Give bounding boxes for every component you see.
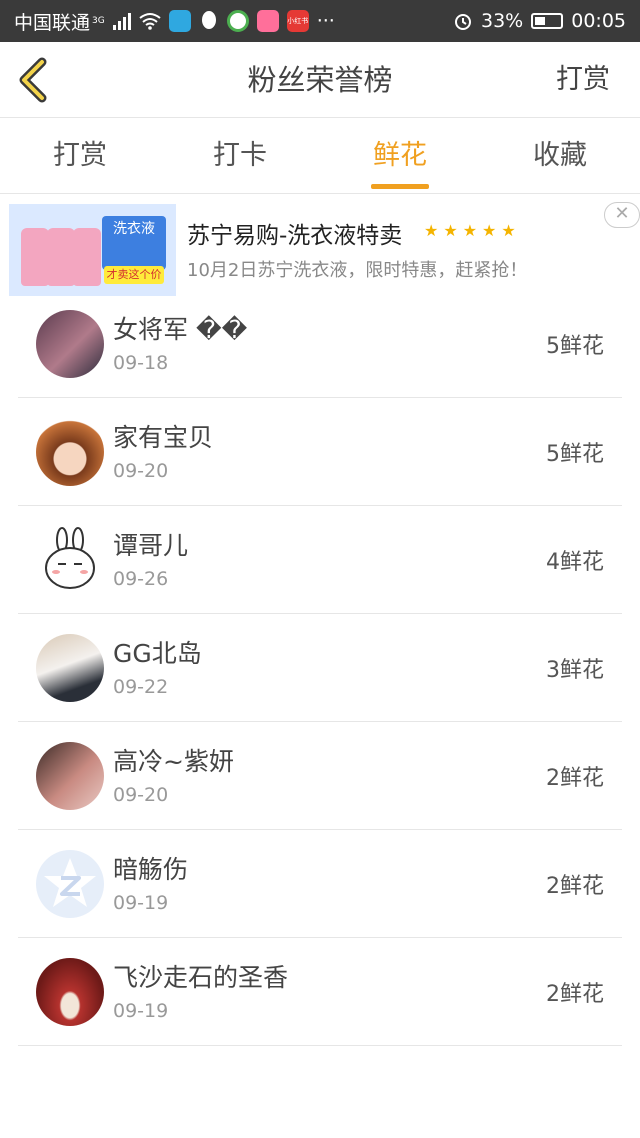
network-type: 3G bbox=[92, 16, 105, 26]
avatar[interactable] bbox=[36, 958, 104, 1026]
fan-name: GG北岛 bbox=[113, 639, 202, 668]
flower-count: 3鲜花 bbox=[546, 658, 604, 683]
list-item[interactable]: 暗觞伤 09-19 2鲜花 bbox=[18, 830, 622, 938]
list-item[interactable]: 女将军 �� 09-18 5鲜花 bbox=[18, 290, 622, 398]
fan-date: 09-26 bbox=[113, 568, 169, 590]
bunny-avatar-icon bbox=[45, 527, 95, 589]
ad-title[interactable]: 苏宁易购-洗衣液特卖 bbox=[187, 216, 402, 250]
message-app-icon bbox=[168, 10, 191, 32]
default-avatar-icon bbox=[44, 858, 96, 907]
ad-close-button[interactable]: ✕ bbox=[604, 202, 640, 228]
fan-list: 女将军 �� 09-18 5鲜花 家有宝贝 09-20 5鲜花 谭哥儿 09-2… bbox=[18, 290, 622, 1046]
fan-name: 暗觞伤 bbox=[113, 855, 189, 884]
status-bar: 中国联通 3G 小红书 ··· 33% 00:05 bbox=[0, 0, 640, 42]
alarm-icon bbox=[455, 14, 471, 30]
nav-header: 粉丝荣誉榜 打赏 bbox=[0, 42, 640, 118]
flower-count: 4鲜花 bbox=[546, 550, 604, 575]
fan-name: 谭哥儿 bbox=[113, 531, 189, 560]
ad-image-price: 才卖这个价 bbox=[104, 266, 164, 284]
list-item[interactable]: GG北岛 09-22 3鲜花 bbox=[18, 614, 622, 722]
avatar[interactable] bbox=[36, 742, 104, 810]
cat-app-icon bbox=[256, 10, 279, 32]
fan-date: 09-19 bbox=[113, 892, 169, 914]
reward-button[interactable]: 打赏 bbox=[556, 42, 610, 118]
flower-count: 2鲜花 bbox=[546, 766, 604, 791]
clock: 00:05 bbox=[571, 10, 626, 32]
qq-icon bbox=[201, 11, 216, 29]
tab-bar: 打赏 打卡 鲜花 收藏 bbox=[0, 118, 640, 194]
list-item[interactable]: 飞沙走石的圣香 09-19 2鲜花 bbox=[18, 938, 622, 1046]
ad-image-label: 洗衣液 bbox=[102, 216, 166, 270]
fan-date: 09-19 bbox=[113, 1000, 169, 1022]
battery-percent: 33% bbox=[481, 10, 524, 32]
wifi-icon bbox=[139, 13, 161, 30]
tab-reward[interactable]: 打赏 bbox=[0, 118, 160, 193]
ad-image[interactable]: 洗衣液 才卖这个价 bbox=[9, 204, 176, 296]
fan-name: 飞沙走石的圣香 bbox=[113, 963, 289, 992]
fan-name: 家有宝贝 bbox=[113, 423, 214, 452]
list-item[interactable]: 高冷~紫妍 09-20 2鲜花 bbox=[18, 722, 622, 830]
fan-date: 09-20 bbox=[113, 460, 169, 482]
avatar[interactable] bbox=[36, 850, 104, 918]
fan-name: 高冷~紫妍 bbox=[113, 747, 234, 776]
avatar[interactable] bbox=[36, 526, 104, 594]
avatar[interactable] bbox=[36, 634, 104, 702]
tab-flowers[interactable]: 鲜花 bbox=[320, 118, 480, 193]
more-notifications-icon: ··· bbox=[316, 10, 335, 32]
fan-name: 女将军 �� bbox=[113, 315, 248, 344]
browser-app-icon bbox=[226, 10, 249, 32]
flower-count: 5鲜花 bbox=[546, 442, 604, 467]
tab-favorites[interactable]: 收藏 bbox=[480, 118, 640, 193]
ad-description: 10月2日苏宁洗衣液，限时特惠，赶紧抢！ bbox=[187, 260, 528, 281]
ad-rating-stars: ★★★★★ bbox=[424, 221, 521, 240]
xiaohongshu-app-icon: 小红书 bbox=[286, 10, 309, 32]
avatar[interactable] bbox=[36, 310, 104, 378]
flower-count: 2鲜花 bbox=[546, 982, 604, 1007]
ad-banner[interactable]: 洗衣液 才卖这个价 苏宁易购-洗衣液特卖 ★★★★★ 10月2日苏宁洗衣液，限时… bbox=[0, 194, 640, 300]
list-item[interactable]: 谭哥儿 09-26 4鲜花 bbox=[18, 506, 622, 614]
tab-checkin[interactable]: 打卡 bbox=[160, 118, 320, 193]
battery-icon bbox=[531, 13, 564, 29]
fan-date: 09-20 bbox=[113, 784, 169, 806]
flower-count: 5鲜花 bbox=[546, 334, 604, 359]
page-title: 粉丝荣誉榜 bbox=[247, 63, 393, 97]
avatar[interactable] bbox=[36, 418, 104, 486]
flower-count: 2鲜花 bbox=[546, 874, 604, 899]
fan-date: 09-22 bbox=[113, 676, 169, 698]
signal-icon bbox=[112, 12, 131, 30]
fan-date: 09-18 bbox=[113, 352, 169, 374]
carrier-label: 中国联通 bbox=[14, 11, 91, 34]
list-item[interactable]: 家有宝贝 09-20 5鲜花 bbox=[18, 398, 622, 506]
